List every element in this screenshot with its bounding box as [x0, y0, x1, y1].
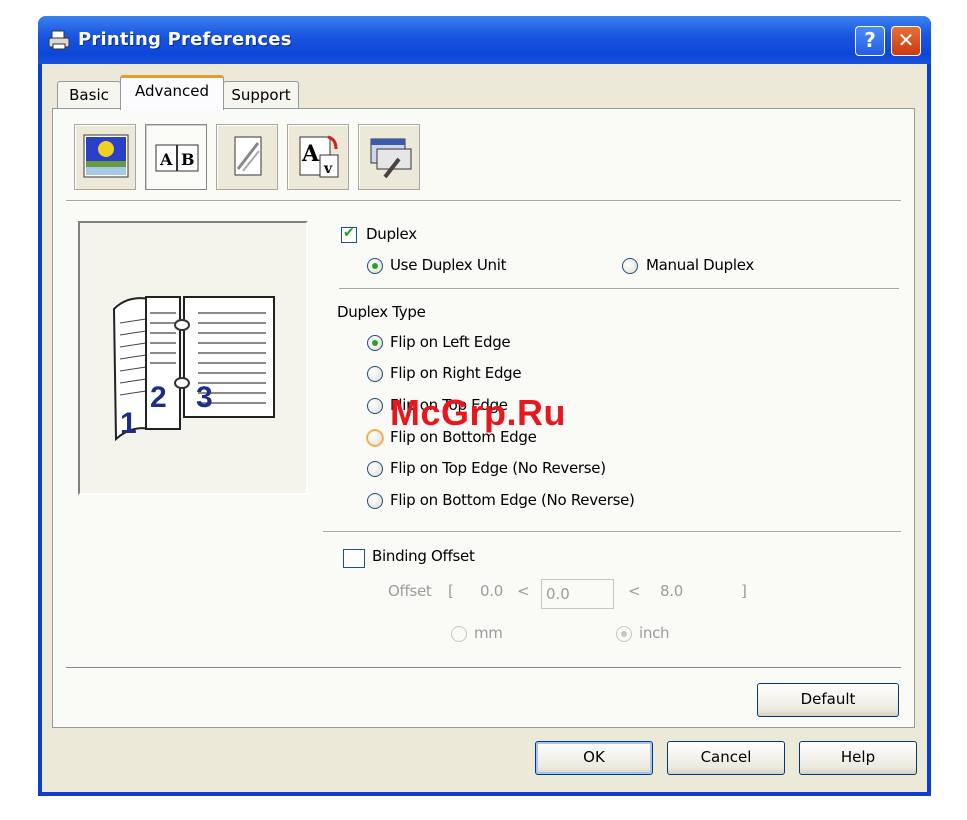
title-help-button[interactable]: ? — [855, 26, 885, 56]
flip-bottom-edge-no-reverse-label: Flip on Bottom Edge (No Reverse) — [390, 491, 635, 509]
unit-inch-label: inch — [639, 624, 670, 642]
page-number-2: 2 — [150, 381, 167, 414]
svg-text:v: v — [323, 161, 333, 177]
duplex-separator — [339, 288, 899, 290]
svg-text:A: A — [301, 141, 320, 167]
duplex-tool-button[interactable]: A B — [145, 124, 207, 190]
page-number-1: 1 — [120, 407, 137, 440]
flip-bottom-edge-radio[interactable] — [367, 430, 383, 446]
unit-mm-radio[interactable] — [451, 626, 467, 642]
booklet-illustration: 1 2 3 — [112, 296, 275, 442]
cancel-button[interactable]: Cancel — [667, 741, 785, 775]
svg-text:A: A — [159, 150, 173, 169]
flip-top-edge-radio[interactable] — [367, 398, 383, 414]
duplex-type-heading: Duplex Type — [337, 303, 426, 321]
print-quality-icon — [83, 134, 129, 178]
flip-top-edge-no-reverse-label: Flip on Top Edge (No Reverse) — [390, 459, 606, 477]
binding-offset-label: Binding Offset — [372, 547, 475, 565]
binding-offset-checkbox[interactable] — [343, 549, 365, 568]
offset-open-bracket: [ — [448, 582, 454, 600]
offset-max-value: 8.0 — [660, 582, 683, 600]
toolbar-separator — [66, 200, 901, 202]
help-button[interactable]: Help — [799, 741, 917, 775]
tab-advanced[interactable]: Advanced — [120, 75, 224, 110]
tab-basic[interactable]: Basic — [57, 81, 121, 109]
title-close-button[interactable]: ✕ — [891, 26, 921, 56]
offset-label: Offset — [388, 582, 432, 600]
duplex-icon: A B — [155, 144, 199, 172]
offset-less-than-2: < — [628, 582, 641, 600]
window-title: Printing Preferences — [78, 29, 292, 50]
offset-close-bracket: ] — [741, 582, 747, 600]
use-duplex-unit-label: Use Duplex Unit — [390, 256, 507, 274]
footer-separator — [66, 667, 901, 669]
ok-button[interactable]: OK — [535, 741, 653, 775]
page-setting-tool-button[interactable]: A v — [287, 124, 349, 190]
svg-text:B: B — [181, 150, 195, 169]
flip-left-edge-radio[interactable] — [367, 335, 383, 351]
offset-value-input[interactable]: 0.0 — [541, 579, 614, 609]
tab-support[interactable]: Support — [223, 81, 299, 109]
binding-separator — [323, 531, 901, 533]
flip-bottom-edge-no-reverse-radio[interactable] — [367, 493, 383, 509]
manual-duplex-label: Manual Duplex — [646, 256, 754, 274]
page-setting-icon: A v — [299, 135, 339, 178]
page-number-3: 3 — [196, 381, 213, 414]
watermark-icon — [234, 136, 262, 176]
flip-right-edge-label: Flip on Right Edge — [390, 364, 522, 382]
offset-min-value: 0.0 — [480, 582, 503, 600]
offset-less-than-1: < — [517, 582, 530, 600]
device-options-tool-button[interactable] — [358, 124, 420, 190]
flip-left-edge-label: Flip on Left Edge — [390, 333, 511, 351]
flip-right-edge-radio[interactable] — [367, 366, 383, 382]
watermark-text: McGrp.Ru — [390, 392, 567, 433]
duplex-checkbox[interactable] — [341, 225, 357, 243]
default-button[interactable]: Default — [757, 683, 899, 717]
use-duplex-unit-radio[interactable] — [367, 258, 383, 274]
unit-mm-label: mm — [474, 624, 503, 642]
duplex-preview-panel: 1 2 3 — [78, 221, 308, 495]
print-quality-tool-button[interactable] — [74, 124, 136, 190]
printer-icon — [47, 28, 71, 52]
duplex-label: Duplex — [366, 225, 417, 243]
watermark-tool-button[interactable] — [216, 124, 278, 190]
manual-duplex-radio[interactable] — [622, 258, 638, 274]
flip-top-edge-no-reverse-radio[interactable] — [367, 461, 383, 477]
device-options-icon — [370, 138, 412, 179]
unit-inch-radio[interactable] — [616, 626, 632, 642]
